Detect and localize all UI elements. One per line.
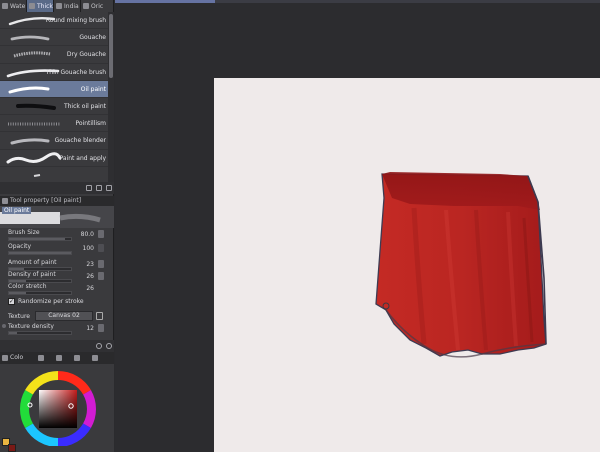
- left-panel: Wate Thick India Oric Round mixing brush…: [0, 0, 114, 452]
- tool-name: Oil paint: [2, 207, 32, 214]
- intermediate-color-tab-icon[interactable]: [74, 355, 80, 361]
- copy-subtool-icon[interactable]: [96, 185, 102, 191]
- brush-label: Gouache: [79, 34, 106, 42]
- brush-label: Oil paint: [80, 85, 106, 93]
- brush-label: Pointillism: [75, 120, 106, 128]
- brush-icon: [2, 3, 8, 9]
- brush-label: Paint and apply: [59, 154, 106, 162]
- opacity-slider[interactable]: [8, 251, 72, 255]
- stroke-preview-icon: [16, 103, 56, 110]
- tool-property-footer: [0, 340, 114, 352]
- brush-size-slider[interactable]: [8, 237, 72, 241]
- tool-property-header: Tool property [Oil paint]: [0, 196, 114, 206]
- texture-density-slider[interactable]: [8, 331, 72, 335]
- scroll-thumb[interactable]: [109, 14, 113, 78]
- opacity-value[interactable]: 100: [83, 245, 94, 252]
- brush-item-round-mixing[interactable]: Round mixing brush: [0, 12, 108, 30]
- tab-thick-paint[interactable]: Thick: [27, 0, 54, 12]
- amount-of-paint-value[interactable]: 23: [86, 261, 94, 268]
- brush-item-gouache[interactable]: Gouache: [0, 29, 108, 47]
- brush-list-scrollbar[interactable]: [108, 12, 114, 182]
- clip-studio-window: Wate Thick India Oric Round mixing brush…: [0, 0, 600, 452]
- brush-label: Dry Gouache: [66, 51, 106, 59]
- brush-label: Thick oil paint: [63, 102, 106, 110]
- color-set-tab-icon[interactable]: [56, 355, 62, 361]
- pressure-icon[interactable]: [98, 324, 104, 332]
- sub-color-swatch[interactable]: [8, 444, 16, 452]
- tab-oriental[interactable]: Oric: [81, 0, 114, 12]
- collapse-icon[interactable]: [2, 324, 6, 328]
- color-wheel[interactable]: [11, 370, 107, 446]
- brush-label: Round mixing brush: [45, 17, 106, 24]
- wrench-icon[interactable]: [106, 343, 112, 349]
- density-of-paint-value[interactable]: 26: [86, 273, 94, 280]
- brush-icon: [56, 3, 62, 9]
- pressure-icon[interactable]: [98, 260, 104, 268]
- color-panel-header: Colo: [0, 352, 114, 364]
- brush-item-dry-gouache[interactable]: Dry Gouache: [0, 46, 108, 64]
- color-slider-tab-icon[interactable]: [38, 355, 44, 361]
- stroke-preview-icon: [6, 151, 62, 163]
- sub-tool-footer: [0, 182, 114, 194]
- brush-icon: [29, 3, 35, 9]
- brush-size-value[interactable]: 80.0: [81, 231, 94, 238]
- sub-tool-list: Round mixing brush Gouache Dry Gouache T…: [0, 12, 108, 182]
- settings-icon[interactable]: [96, 343, 102, 349]
- brush-item-gouache-blender[interactable]: Gouache blender: [0, 132, 108, 150]
- texture-select[interactable]: Canvas 02: [35, 311, 93, 321]
- color-wheel-tab-icon[interactable]: [2, 355, 8, 361]
- brush-item-paint-and-apply[interactable]: Paint and apply: [0, 150, 108, 167]
- color-stretch-value[interactable]: 26: [86, 285, 94, 292]
- approximate-color-tab-icon[interactable]: [92, 355, 98, 361]
- new-subtool-icon[interactable]: [86, 185, 92, 191]
- texture-density-value[interactable]: 12: [86, 325, 94, 332]
- texture-row: Texture Canvas 02: [0, 310, 108, 322]
- stroke-preview-icon: [10, 35, 50, 41]
- tab-watercolor[interactable]: Wate: [0, 0, 27, 12]
- trash-icon[interactable]: [96, 312, 103, 320]
- active-document-tab[interactable]: [115, 0, 215, 3]
- brush-item-partial[interactable]: [0, 167, 108, 182]
- red-draped-cube-painting: [375, 172, 547, 358]
- randomize-checkbox[interactable]: ✓: [8, 298, 15, 305]
- texture-density-row: Texture density 12: [0, 322, 108, 340]
- brush-icon: [83, 3, 89, 9]
- stroke-preview-icon: [8, 122, 60, 126]
- brush-label: Gouache blender: [54, 137, 106, 145]
- pressure-icon[interactable]: [98, 244, 104, 252]
- brush-item-pointillism[interactable]: Pointillism: [0, 115, 108, 133]
- brush-item-thick-oil[interactable]: Thick oil paint: [0, 98, 108, 116]
- document-tab-strip: [115, 0, 600, 3]
- stroke-preview-icon: [8, 86, 50, 94]
- pressure-icon[interactable]: [98, 272, 104, 280]
- pressure-icon[interactable]: [98, 230, 104, 238]
- stroke-preview-icon: [13, 51, 51, 58]
- randomize-row: ✓ Randomize per stroke: [8, 298, 84, 305]
- wrench-icon: [2, 198, 8, 204]
- tool-preview: Oil paint: [0, 206, 114, 228]
- brush-item-thin-gouache[interactable]: Thin Gouache brush: [0, 64, 108, 81]
- brush-label: Thin Gouache brush: [45, 68, 106, 76]
- tab-india-ink[interactable]: India: [54, 0, 81, 12]
- brush-item-oil-paint[interactable]: Oil paint: [0, 80, 108, 98]
- color-stretch-slider[interactable]: [8, 291, 72, 295]
- sub-tool-tabs: Wate Thick India Oric: [0, 0, 114, 12]
- delete-subtool-icon[interactable]: [106, 185, 112, 191]
- stroke-preview-icon: [33, 173, 41, 177]
